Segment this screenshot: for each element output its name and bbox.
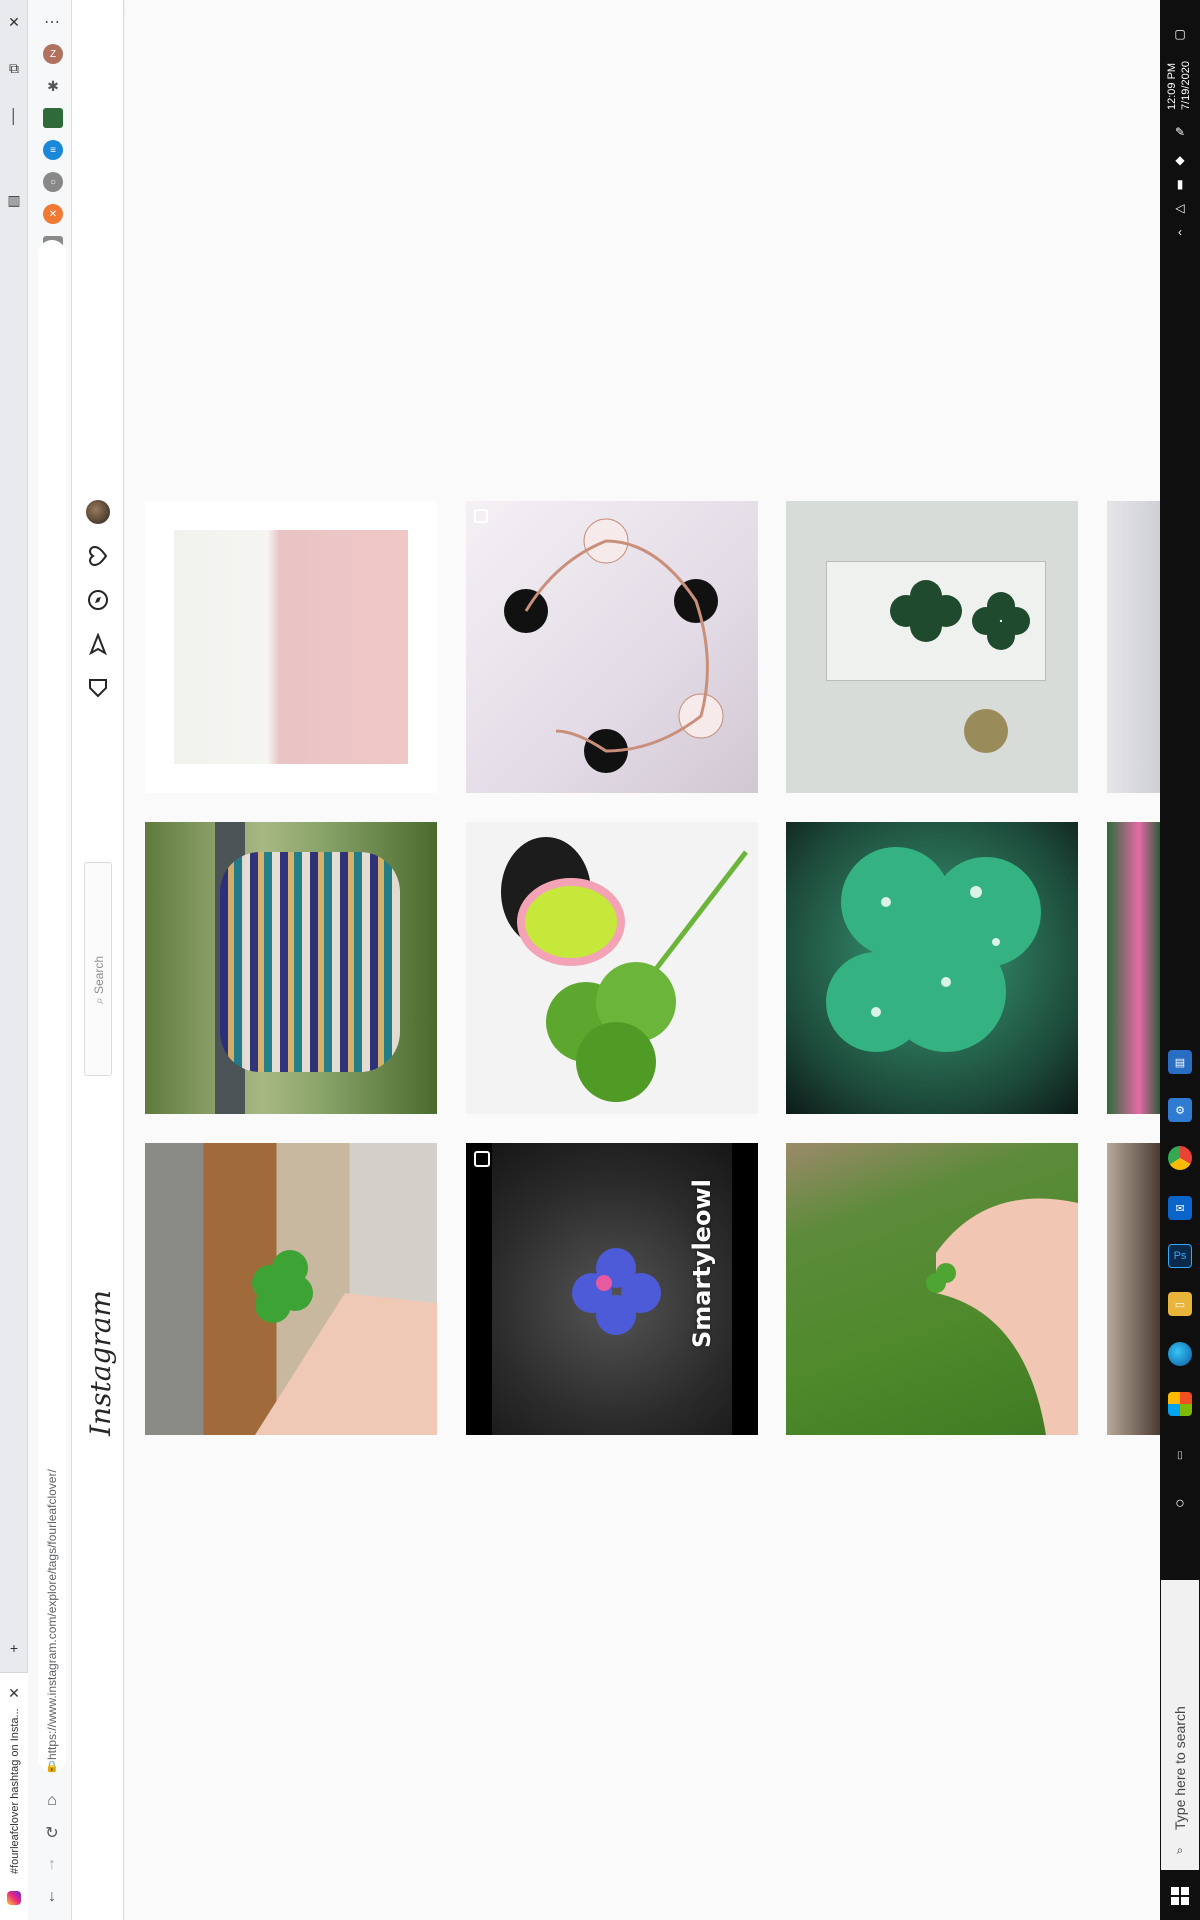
url-text[interactable]: https://www.instagram.com/explore/tags/f…	[45, 1469, 59, 1760]
dropbox-tray-icon[interactable]: ◆	[1172, 152, 1188, 168]
post-image-clovers	[890, 580, 1030, 753]
search-placeholder: ⌕ Search	[92, 956, 107, 1004]
taskbar-edge-icon[interactable]	[1168, 1342, 1192, 1366]
home-nav-icon[interactable]	[84, 674, 112, 702]
screen: ✕ ⧉ │ ▥ + ✕ #fourleafclover hashtag on I…	[0, 0, 1200, 1920]
post-image-bracelets	[220, 852, 400, 1072]
pen-tray-icon[interactable]: ✎	[1172, 124, 1188, 140]
taskbar-photoshop-icon[interactable]: Ps	[1168, 1244, 1192, 1268]
instagram-logo[interactable]: Instagram	[84, 1290, 117, 1436]
minimize-window-icon[interactable]: │	[0, 104, 28, 128]
post-caption: Smartyleowl	[688, 1179, 716, 1348]
post-tile-partial-1[interactable]	[1107, 501, 1160, 793]
back-icon[interactable]: ↓	[38, 1883, 66, 1911]
post-tile-6[interactable]	[786, 822, 1078, 1114]
search-icon: ⌕	[92, 993, 106, 1004]
post-image-hand-grass	[926, 1198, 1078, 1435]
taskbar-outlook-icon[interactable]: ✉	[1168, 1196, 1192, 1220]
extension-orange-icon[interactable]: ✕	[43, 204, 63, 224]
taskbar-search-placeholder: Type here to search	[1172, 1706, 1188, 1830]
extension-blue-icon[interactable]: ≡	[43, 140, 63, 160]
extension-chart-icon[interactable]	[43, 108, 63, 128]
post-tile-1[interactable]	[145, 501, 437, 793]
taskbar-settings-icon[interactable]: ⚙	[1168, 1098, 1192, 1122]
post-tile-9[interactable]	[786, 1143, 1078, 1435]
chevron-up-icon[interactable]: ‹	[1172, 224, 1188, 240]
post-image-shirts	[174, 530, 408, 764]
action-center-icon[interactable]: ▢	[1172, 26, 1188, 42]
post-tile-7[interactable]	[145, 1143, 437, 1435]
photoshop-label: Ps	[1173, 1250, 1187, 1262]
close-tab-icon[interactable]: ✕	[0, 1681, 28, 1705]
instagram-favicon-icon	[7, 1891, 21, 1905]
cortana-icon[interactable]: ○	[1168, 1492, 1192, 1516]
tab-title: #fourleafclover hashtag on Insta...	[9, 1708, 21, 1874]
post-image-hand-clover	[252, 1250, 437, 1435]
taskbar-clock[interactable]: 12:09 PM 7/19/2020	[1165, 61, 1193, 110]
taskbar-date: 7/19/2020	[1180, 61, 1192, 110]
post-tile-8[interactable]: Smartyleowl	[466, 1143, 758, 1435]
post-image-figure-clover	[501, 837, 748, 1102]
forward-icon[interactable]: ↑	[38, 1851, 66, 1879]
post-tile-3[interactable]	[786, 501, 1078, 793]
windows-start-icon[interactable]	[1168, 1884, 1192, 1908]
post-image-clover-drops	[826, 847, 1041, 1052]
restore-window-icon[interactable]: ⧉	[0, 56, 28, 80]
profile-avatar[interactable]: Z	[43, 44, 63, 64]
post-image-bracelet	[504, 518, 724, 773]
profile-letter: Z	[49, 48, 57, 60]
extensions-icon[interactable]: ✱	[43, 76, 63, 96]
collections-icon[interactable]: ▥	[0, 188, 28, 212]
post-tile-2[interactable]	[466, 501, 758, 793]
post-tile-partial-3[interactable]	[1107, 1143, 1160, 1435]
more-menu-icon[interactable]: ⋯	[38, 8, 66, 36]
refresh-icon[interactable]: ↻	[38, 1819, 66, 1847]
direct-messages-icon[interactable]	[84, 630, 112, 658]
battery-tray-icon[interactable]: ▮	[1172, 176, 1188, 192]
browser-tab-strip: ✕ ⧉ │ ▥ + ✕ #fourleafclover hashtag on I…	[0, 0, 28, 1920]
activity-heart-icon[interactable]	[84, 542, 112, 570]
post-image-dots	[234, 590, 354, 690]
taskbar-search-icon: ⌕	[1176, 1842, 1184, 1857]
taskbar-file-explorer-icon[interactable]: ▭	[1168, 1292, 1192, 1316]
explore-compass-icon[interactable]	[84, 586, 112, 614]
post-tile-partial-2[interactable]	[1107, 822, 1160, 1114]
new-tab-icon[interactable]: +	[0, 1636, 28, 1660]
extension-gray-circle-icon[interactable]: ○	[43, 172, 63, 192]
post-tile-5[interactable]	[466, 822, 758, 1114]
taskbar-time: 12:09 PM	[1166, 62, 1178, 110]
post-tile-4[interactable]	[145, 822, 437, 1114]
profile-avatar-nav[interactable]	[86, 500, 110, 524]
taskbar-app-1-icon[interactable]: ▤	[1168, 1050, 1192, 1074]
volume-tray-icon[interactable]: ◁	[1172, 200, 1188, 216]
taskbar-chrome-icon[interactable]	[1168, 1146, 1192, 1170]
task-view-icon[interactable]: ⌷	[1168, 1444, 1192, 1468]
close-window-icon[interactable]: ✕	[0, 10, 28, 34]
video-reel-icon	[474, 1151, 490, 1167]
home-icon[interactable]: ⌂	[38, 1787, 66, 1815]
search-placeholder-text: Search	[92, 955, 106, 994]
taskbar-store-icon[interactable]	[1168, 1392, 1192, 1416]
